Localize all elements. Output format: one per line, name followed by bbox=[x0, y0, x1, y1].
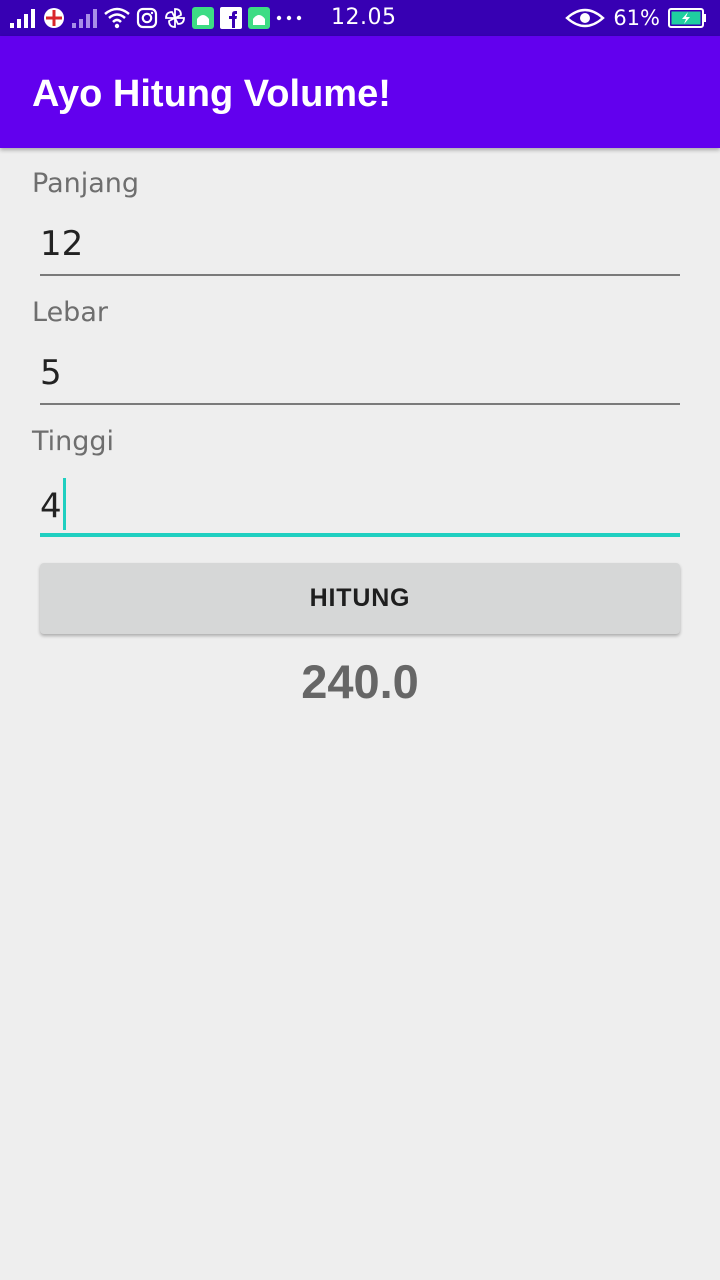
text-cursor bbox=[62, 478, 66, 530]
pinwheel-icon bbox=[164, 6, 186, 30]
more-icon bbox=[276, 6, 302, 30]
tinggi-value: 4 bbox=[40, 486, 62, 527]
result-text: 240.0 bbox=[301, 655, 419, 708]
hitung-button[interactable]: HITUNG bbox=[40, 563, 680, 634]
battery-charging-icon bbox=[668, 6, 708, 30]
facebook-icon bbox=[220, 6, 242, 30]
app-title: Ayo Hitung Volume! bbox=[32, 73, 391, 115]
status-icons-right: 61% bbox=[565, 0, 708, 36]
panjang-value: 12 bbox=[40, 224, 84, 264]
app-bar: Ayo Hitung Volume! bbox=[0, 36, 720, 148]
android-icon bbox=[192, 6, 214, 30]
eye-icon bbox=[565, 6, 606, 30]
tinggi-label: Tinggi bbox=[32, 426, 115, 457]
tinggi-value-wrap: 4 bbox=[40, 478, 66, 534]
battery-percent: 61% bbox=[613, 6, 660, 30]
lebar-value: 5 bbox=[40, 353, 62, 393]
android-icon bbox=[248, 6, 270, 30]
pocket-app-icon bbox=[42, 6, 66, 30]
instagram-icon bbox=[136, 6, 158, 30]
panjang-label: Panjang bbox=[32, 168, 140, 199]
lebar-input[interactable]: 5 bbox=[40, 345, 680, 405]
signal-2-icon bbox=[72, 6, 98, 30]
signal-icon bbox=[10, 6, 36, 30]
status-icons-left bbox=[10, 0, 302, 36]
status-time: 12.05 bbox=[331, 5, 397, 30]
status-bar: 12.05 61% bbox=[0, 0, 720, 36]
tinggi-input[interactable]: 4 bbox=[40, 474, 680, 537]
wifi-icon bbox=[104, 6, 130, 30]
panjang-input[interactable]: 12 bbox=[40, 216, 680, 276]
lebar-label: Lebar bbox=[32, 297, 108, 328]
